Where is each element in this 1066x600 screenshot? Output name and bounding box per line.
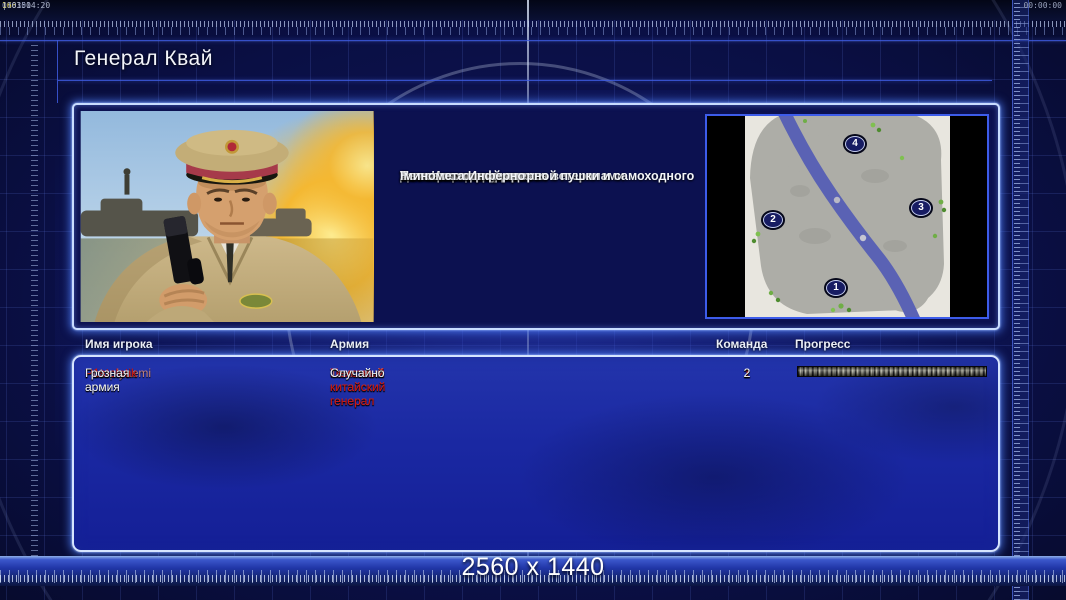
bottom-ruler: 2560 x 1440 (0, 553, 1066, 586)
start-position-marker: 2 (763, 212, 783, 228)
player-army: Случайно (330, 366, 385, 380)
column-header-army: Армия (330, 337, 370, 351)
perk-line: миномета Инферно (400, 169, 526, 183)
header-left-line (57, 40, 58, 103)
general-info-panel: Танк Император Десантирование танков Все т… (72, 103, 1000, 330)
header-top-line (0, 40, 1066, 41)
player-name: Грозная армия (85, 366, 130, 394)
players-table-header: Имя игрока Армия Команда Прогресс (0, 337, 1066, 353)
header-underline (58, 80, 992, 81)
column-header-team: Команда (716, 337, 768, 351)
top-ruler-ticks (0, 21, 1066, 35)
resolution-label: 2560 x 1440 (461, 553, 605, 581)
player-team: 2 (743, 366, 751, 380)
start-position-marker: 3 (911, 200, 931, 216)
page-title: Генерал Квай (74, 47, 213, 70)
map-image: 1 2 3 4 (745, 116, 950, 317)
debug-elapsed: | 01:04:20 (2, 1, 51, 10)
general-portrait (80, 111, 374, 322)
column-header-progress: Прогресс (795, 337, 851, 351)
column-header-player-name: Имя игрока (85, 337, 153, 351)
map-markers: 1 2 3 4 (745, 116, 950, 317)
players-rows: Potoplyaemi Танковый китайский генерал 1 P1… (74, 363, 998, 550)
portrait-illustration (80, 111, 374, 322)
match-timer: 00:00:00 (1023, 1, 1062, 10)
left-ruler-ticks (31, 42, 38, 556)
loading-screen: 08 30 166 10:51 | 01:04:20 00:00:00 Гене… (0, 0, 1066, 600)
right-ruler-ticks (1012, 0, 1029, 600)
map-preview: 1 2 3 4 (705, 114, 989, 319)
progress-bar-fill (798, 367, 986, 376)
start-position-marker: 4 (845, 136, 865, 152)
players-panel: Potoplyaemi Танковый китайский генерал 1 P1… (72, 355, 1000, 552)
start-position-marker: 1 (826, 280, 846, 296)
progress-bar (797, 366, 987, 377)
